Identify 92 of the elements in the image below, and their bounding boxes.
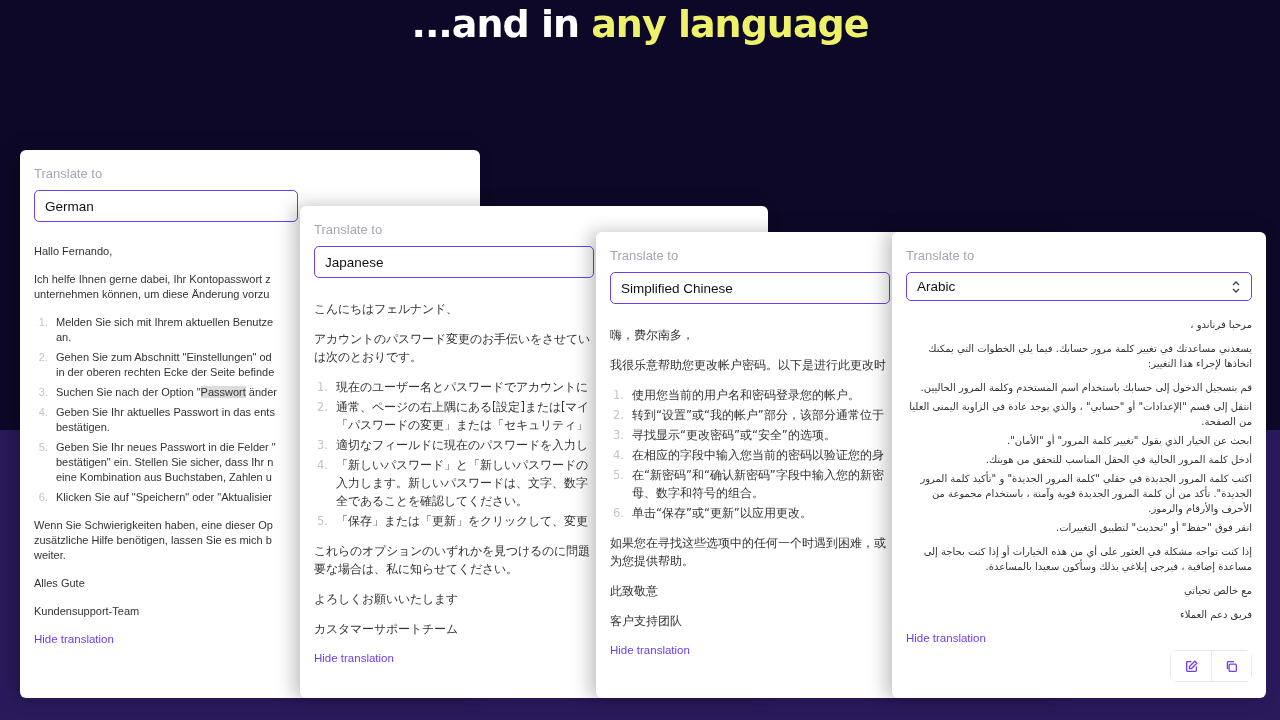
step-number: 5. [612, 467, 624, 484]
message-line: bestätigen" ein. Stellen Sie sicher, dass Ihr n [56, 455, 274, 470]
message-line: in der oberen rechten Ecke der Seite befinde [56, 365, 275, 380]
message-line: 客户支持团队 [610, 613, 682, 630]
step-number: 2. [316, 399, 328, 416]
edit-icon [1184, 659, 1198, 673]
step-number: 3. [612, 427, 624, 444]
message-line: は次のとおりです。 [314, 349, 422, 366]
message-line: 全であることを確認してください。 [336, 493, 528, 510]
message-line: 此致敬意 [610, 583, 658, 600]
step-number: 4. [37, 405, 48, 420]
message-line: 嗨，费尔南多， [610, 327, 694, 344]
message-line: 寻找显示“更改密码”或“安全”的选项。 [632, 427, 836, 444]
message-line: Gehen Sie zum Abschnitt "Einstellungen" od [56, 350, 272, 365]
message-line: أدخل كلمة المرور الحالية في الحقل المناسب للتحقق من هويتك. [985, 452, 1252, 467]
hide-translation-link[interactable]: Hide translation [906, 632, 986, 644]
copy-icon [1225, 659, 1238, 673]
message-line: 如果您在寻找这些选项中的任何一个时遇到困难，或 [610, 535, 886, 552]
hide-translation-link[interactable]: Hide translation [610, 644, 690, 656]
language-select[interactable]: Arabic [906, 272, 1252, 301]
language-select[interactable]: Simplified Chinese [610, 272, 890, 304]
message-line: Geben Sie Ihr neues Passwort in die Felder " [56, 440, 276, 455]
message-line: 母、数字和符号的组合。 [632, 485, 764, 502]
step-number: 5. [37, 440, 48, 455]
message-line: مرحبا فرناندو ، [1189, 318, 1252, 332]
step-number: 6. [612, 505, 624, 522]
message-line: 入力します。新しいパスワードは、文字、数字 [336, 475, 588, 492]
message-line: 单击“保存”或“更新”以应用更改。 [632, 505, 812, 522]
message-line: 在相应的字段中输入您当前的密码以验证您的身 [632, 447, 884, 464]
language-select[interactable]: Japanese [314, 246, 594, 278]
message-line: zusätzliche Hilfe benötigen, lassen Sie es mich b [34, 533, 272, 548]
step-number: 2. [612, 407, 624, 424]
message-line: よろしくお願いいたします [314, 591, 458, 608]
step-number: 5. [316, 513, 328, 530]
hide-translation-link[interactable]: Hide translation [34, 633, 114, 645]
message-line: 「新しいパスワード」と「新しいパスワードの [336, 457, 588, 474]
message-line: Klicken Sie auf "Speichern" oder "Aktualisier [56, 490, 272, 505]
step-number: 3. [37, 385, 48, 400]
copy-button[interactable] [1211, 651, 1251, 681]
field-label: Translate to [314, 222, 383, 237]
message-line: 適切なフィールドに現在のパスワードを入力し [336, 437, 588, 454]
step-number: 1. [316, 379, 328, 396]
message-line: انقر فوق "حفظ" أو "تحديث" لتطبيق التغييرات. [1056, 520, 1252, 535]
message-line: Suchen Sie nach der Option "Passwort änder [56, 385, 277, 400]
message-line: 为您提供帮助。 [610, 553, 694, 570]
message-line: 現在のユーザー名とパスワードでアカウントに [336, 379, 588, 396]
step-number: 4. [316, 457, 328, 474]
message-line: Ich helfe Ihnen gerne dabei, Ihr Kontopasswort z [34, 272, 271, 287]
message-line: 「保存」または「更新」をクリックして、変更 [336, 513, 588, 530]
message-line: يسعدني مساعدتك في تغيير كلمة مرور حسابك. فيما يلي الخطوات التي يمكنك اتخاذها لإجراء هذا التغيير: [927, 342, 1252, 371]
chevron-icon [1231, 279, 1241, 294]
page-heading: ...and in any language [411, 2, 869, 46]
message-line: eine Kombination aus Buchstaben, Zahlen u [56, 470, 272, 485]
message-line: こんにちはフェルナンド、 [314, 301, 458, 318]
step-number: 4. [612, 447, 624, 464]
message-line: فريق دعم العملاء [1179, 608, 1252, 622]
message-line: Wenn Sie Schwierigkeiten haben, eine dieser Op [34, 518, 273, 533]
step-number: 1. [37, 315, 48, 330]
message-line: Alles Gute [34, 576, 85, 591]
message-line: ابحث عن الخيار الذي يقول "تغيير كلمة المرور" أو "الأمان". [1007, 433, 1252, 448]
hide-translation-link[interactable]: Hide translation [314, 652, 394, 664]
message-line: 要な場合は、私に知らせてください。 [314, 561, 518, 578]
message-line: Hallo Fernando, [34, 244, 113, 259]
message-line: 使用您当前的用户名和密码登录您的帐户。 [632, 387, 860, 404]
message-line: Kundensupport-Team [34, 604, 140, 619]
message-line: قم بتسجيل الدخول إلى حسابك باستخدام اسم المستخدم وكلمة المرور الحاليين. [920, 381, 1252, 395]
message-line: これらのオプションのいずれかを見つけるのに問題 [314, 543, 590, 560]
message-line: انتقل إلى قسم "الإعدادات" أو "حسابي" ، والذي يوجد عادة في الزاوية اليمنى العليا من الصفحة. [908, 399, 1252, 429]
message-line: アカウントのパスワード変更のお手伝いをさせてい [314, 331, 590, 348]
field-label: Translate to [906, 248, 975, 263]
message-line: 我很乐意帮助您更改帐户密码。以下是进行此更改时 [610, 357, 886, 374]
message-line: unternehmen können, um diese Änderung vorzu [34, 287, 270, 302]
message-line: مع خالص تحياتي [1183, 584, 1252, 598]
field-label: Translate to [610, 248, 679, 263]
message-line: Melden Sie sich mit Ihrem aktuellen Benutze [56, 315, 274, 330]
step-number: 2. [37, 350, 48, 365]
message-line: إذا كنت تواجه مشكلة في العثور على أي من هذه الخيارات أو إذا كنت بحاجة إلى مساعدة إضافية ، فيرجى إبلاغي بذلك وسأكون سعيدا بالمساعدة. [922, 544, 1252, 574]
step-number: 6. [37, 490, 48, 505]
language-select[interactable]: German [34, 190, 298, 222]
message-line: Geben Sie Ihr aktuelles Passwort in das ents [56, 405, 275, 420]
message-line: weiter. [34, 548, 66, 563]
message-line: 通常、ページの右上隅にある[設定]または[マイ [336, 399, 590, 416]
message-line: an. [56, 330, 72, 345]
message-line: اكتب كلمة المرور الجديدة في حقلي "كلمة المرور الجديدة" و "تأكيد كلمة المرور الجديدة". تأكد من أن كلمة المرور الجديدة قوية وآمنة ، باستخدام مجموعة من الأحرف والأرقام والرموز. [919, 471, 1252, 516]
step-number: 3. [316, 437, 328, 454]
message-line: bestätigen. [56, 420, 110, 435]
message-line: 「パスワードの変更」または「セキュリティ」 [336, 417, 588, 434]
step-number: 1. [612, 387, 624, 404]
message-line: カスタマーサポートチーム [314, 621, 458, 638]
message-line: 在“新密码”和“确认新密码”字段中输入您的新密 [632, 467, 884, 484]
message-line: 转到“设置”或“我的帐户”部分，该部分通常位于 [632, 407, 884, 424]
field-label: Translate to [34, 166, 103, 181]
